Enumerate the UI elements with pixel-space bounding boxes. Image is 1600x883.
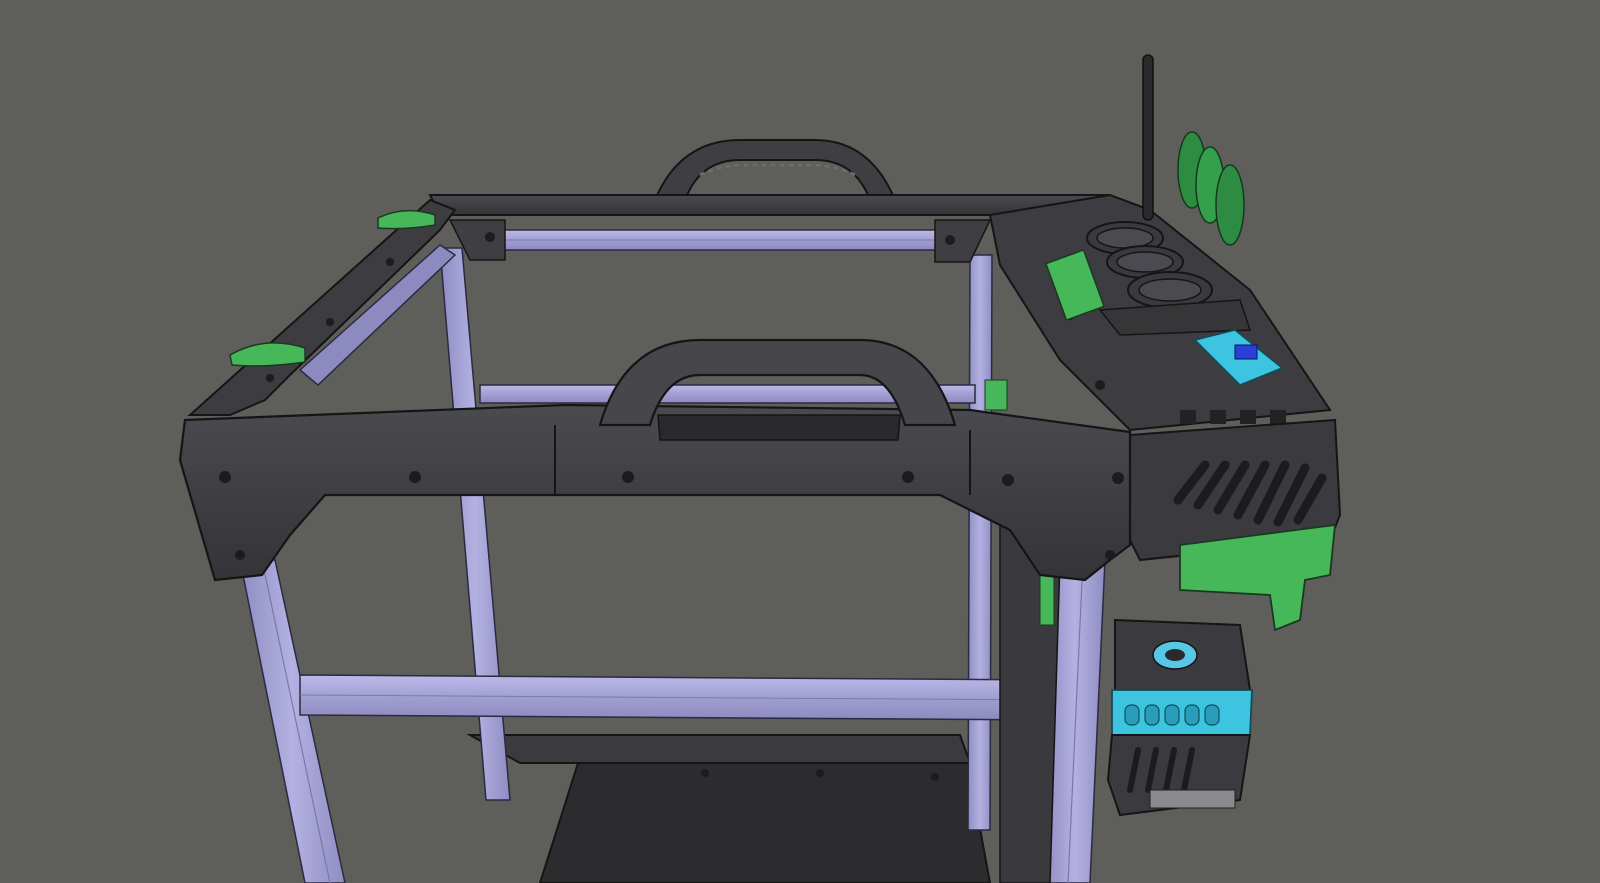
- antenna: [1142, 54, 1154, 221]
- printer-model-render: [0, 0, 1600, 883]
- front-lower-extrusion: [299, 674, 1051, 721]
- motor-mount: [1106, 618, 1253, 817]
- rear-top-extrusion: [499, 229, 946, 251]
- cad-viewport: [0, 0, 1600, 883]
